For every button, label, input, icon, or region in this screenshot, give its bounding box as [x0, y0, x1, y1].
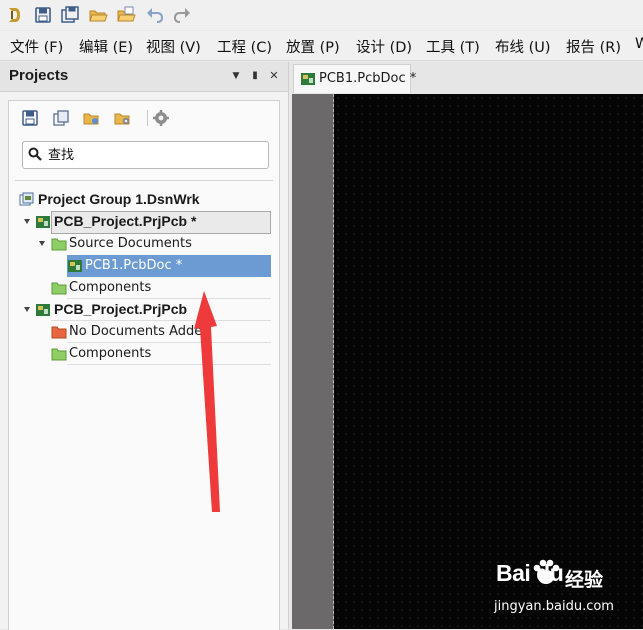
watermark-text: 经验: [565, 569, 604, 591]
annotation-arrow: [194, 291, 220, 512]
paw-icon: [533, 559, 560, 584]
watermark-url: jingyan.baidu.com: [494, 599, 614, 614]
